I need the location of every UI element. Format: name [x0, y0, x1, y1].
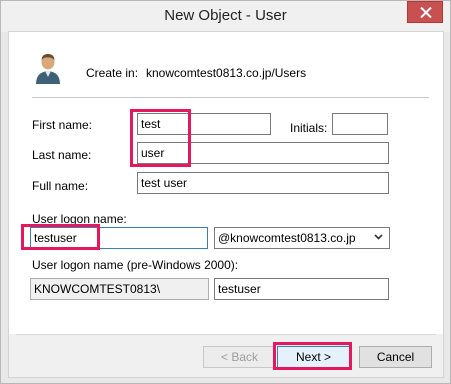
- pre2000-domain-field: KNOWCOMTEST0813\: [30, 278, 209, 300]
- initials-field[interactable]: [332, 113, 388, 135]
- new-object-user-dialog: New Object - User Create in: knowcomtest…: [0, 0, 451, 384]
- title-bar: New Object - User: [1, 1, 450, 32]
- form-panel: Create in: knowcomtest0813.co.jp/Users F…: [9, 32, 443, 334]
- dialog-client-area: Create in: knowcomtest0813.co.jp/Users F…: [8, 31, 444, 378]
- create-in-value: knowcomtest0813.co.jp/Users: [146, 66, 307, 80]
- pre2000-name-field[interactable]: testuser: [214, 278, 389, 300]
- first-name-field[interactable]: test: [137, 113, 271, 135]
- pre2000-label: User logon name (pre-Windows 2000):: [32, 258, 239, 272]
- first-name-label: First name:: [32, 118, 93, 132]
- close-icon: [420, 7, 432, 18]
- cancel-button[interactable]: Cancel: [359, 346, 432, 368]
- domain-select-value: @knowcomtest0813.co.jp: [218, 231, 356, 245]
- create-in-label: Create in:: [86, 66, 139, 80]
- close-button[interactable]: [407, 1, 443, 23]
- back-button[interactable]: < Back: [203, 346, 276, 368]
- full-name-label: Full name:: [32, 179, 89, 193]
- window-title: New Object - User: [164, 7, 287, 24]
- initials-label: Initials:: [290, 121, 328, 135]
- logon-name-field[interactable]: testuser: [30, 227, 208, 249]
- full-name-field[interactable]: test user: [137, 172, 389, 194]
- last-name-label: Last name:: [32, 148, 92, 162]
- chevron-down-icon: [374, 234, 383, 240]
- logon-name-label: User logon name:: [32, 212, 127, 226]
- next-button[interactable]: Next >: [277, 346, 350, 368]
- last-name-field[interactable]: user: [137, 142, 389, 164]
- header-divider: [32, 97, 429, 98]
- domain-select[interactable]: @knowcomtest0813.co.jp: [214, 227, 390, 249]
- user-icon: [36, 54, 60, 84]
- footer-divider: [16, 334, 436, 335]
